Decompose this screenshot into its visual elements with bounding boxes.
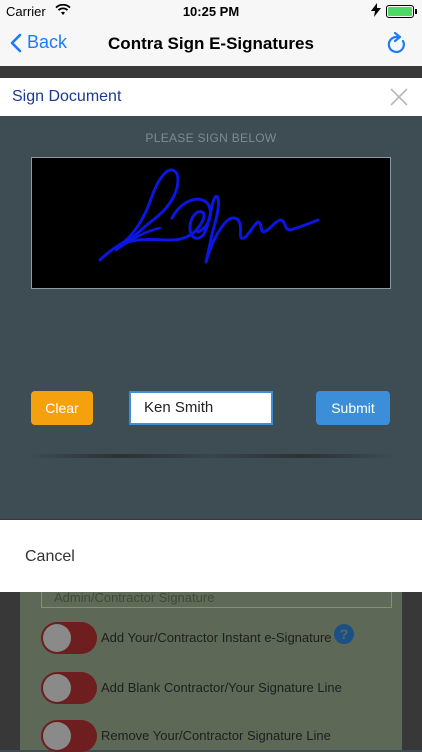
refresh-icon[interactable]	[386, 31, 408, 61]
sign-prompt: PLEASE SIGN BELOW	[145, 131, 277, 145]
sign-document-dialog: Sign Document PLEASE SIGN BELOW Clear Ke…	[0, 78, 422, 519]
page-title: Contra Sign E-Signatures	[108, 34, 314, 53]
navigation-bar: Back Contra Sign E-Signatures	[0, 22, 422, 67]
instant-signature-toggle[interactable]	[41, 622, 97, 654]
charging-icon	[370, 3, 382, 17]
action-sheet: Cancel	[0, 520, 422, 592]
close-icon[interactable]	[390, 88, 408, 106]
status-bar: Carrier 10:25 PM	[0, 0, 422, 22]
battery-icon	[386, 5, 417, 18]
divider	[26, 454, 396, 458]
signer-name-input[interactable]: Ken Smith	[129, 391, 273, 425]
signature-stroke	[98, 168, 320, 264]
clear-button[interactable]: Clear	[31, 391, 93, 425]
dialog-title: Sign Document	[12, 88, 122, 105]
blank-signature-toggle[interactable]	[41, 672, 97, 704]
toggle-label: Remove Your/Contractor Signature Line	[101, 728, 331, 743]
help-icon[interactable]: ?	[334, 624, 354, 644]
toggle-label: Add Blank Contractor/Your Signature Line	[101, 680, 342, 695]
signature-field: Admin/Contractor Signature	[41, 591, 392, 608]
submit-button[interactable]: Submit	[316, 391, 390, 425]
clock: 10:25 PM	[182, 4, 240, 19]
toggle-row-instant-signature: Add Your/Contractor Instant e-Signature	[41, 622, 381, 654]
background-form: Admin/Contractor Signature Add Your/Cont…	[20, 591, 402, 752]
cancel-button[interactable]: Cancel	[25, 548, 75, 566]
dialog-header: Sign Document	[0, 78, 422, 116]
toggle-row-remove-signature: Remove Your/Contractor Signature Line	[41, 720, 381, 752]
remove-signature-toggle[interactable]	[41, 720, 97, 752]
toggle-label: Add Your/Contractor Instant e-Signature	[101, 630, 332, 645]
toggle-row-blank-signature: Add Blank Contractor/Your Signature Line	[41, 672, 381, 704]
signature-pad[interactable]	[31, 157, 391, 289]
